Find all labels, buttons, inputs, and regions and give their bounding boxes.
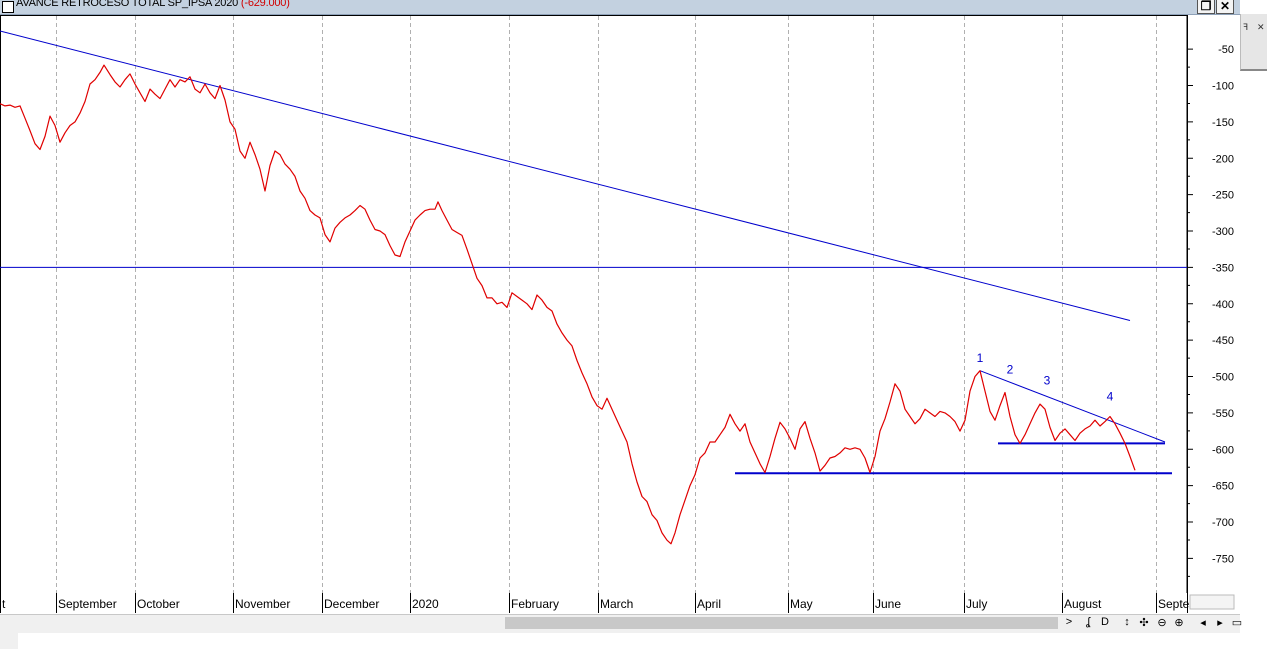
arrow-right-icon[interactable]: ▸ — [1213, 616, 1227, 629]
scrollbar-thumb[interactable] — [505, 617, 1058, 629]
y-tick-label: -50 — [1218, 44, 1234, 56]
x-tick-label: October — [137, 597, 180, 611]
x-tick-label: April — [697, 597, 721, 611]
side-tab-icon: ꟻ — [1243, 22, 1249, 32]
y-tick-label: -350 — [1212, 262, 1234, 274]
x-tick-label: March — [600, 597, 633, 611]
x-tick-label: 2020 — [412, 597, 439, 611]
y-tick-label: -700 — [1212, 517, 1234, 529]
wave-label-3: 3 — [1044, 374, 1051, 388]
plot-frame — [0, 15, 1188, 594]
x-tick-label: September — [58, 597, 117, 611]
y-tick-label: -650 — [1212, 481, 1234, 493]
y-tick-label: -150 — [1212, 117, 1234, 129]
scroll-right-icon[interactable]: > — [1062, 616, 1076, 628]
y-tick-label: -450 — [1212, 335, 1234, 347]
vertical-resize-icon[interactable]: ↕ — [1120, 616, 1134, 628]
horizontal-scrollbar[interactable]: > ʆ D ↕ ✣ ⊖ ⊕ ◂ ▸ ▭ — [0, 614, 1242, 633]
x-tick-label: November — [235, 597, 290, 611]
scale-icon[interactable]: ʆ — [1081, 616, 1095, 628]
y-tick-label: -200 — [1212, 153, 1234, 165]
wave-label-4: 4 — [1107, 390, 1114, 404]
x-tick-label: June — [875, 597, 901, 611]
x-tick-label: August — [1064, 597, 1102, 611]
period-d-icon[interactable]: D — [1098, 616, 1112, 628]
zoom-in-icon[interactable]: ⊕ — [1172, 616, 1186, 629]
x-tick-label: May — [790, 597, 813, 611]
chart-area[interactable]: -50 -100 -150 -200 -250 -300 -350 -400 -450 -500 -… — [0, 0, 1240, 614]
side-tab[interactable]: ꟻ ✕ — [1240, 14, 1267, 71]
y-tick-label: -500 — [1212, 372, 1234, 384]
y-tick-label: -250 — [1212, 190, 1234, 202]
y-tick-label: -600 — [1212, 444, 1234, 456]
y-axis: -50 -100 -150 -200 -250 -300 -350 -400 -450 -500 -… — [1187, 44, 1234, 577]
status-pane — [18, 633, 1267, 649]
panel-icon[interactable]: ▭ — [1230, 616, 1244, 629]
y-tick-label: -300 — [1212, 226, 1234, 238]
y-tick-label: -400 — [1212, 299, 1234, 311]
x-tick-label: February — [511, 597, 559, 611]
axis-corner-box — [1189, 594, 1235, 610]
side-close-icon[interactable]: ✕ — [1257, 22, 1265, 33]
x-tick-label: December — [324, 597, 379, 611]
x-tick-label: Septe — [1158, 597, 1190, 611]
crosshair-icon[interactable]: ✣ — [1137, 616, 1151, 629]
wave-label-1: 1 — [977, 351, 984, 365]
y-tick-label: -750 — [1212, 553, 1234, 565]
y-tick-label: -100 — [1212, 81, 1234, 93]
arrow-left-icon[interactable]: ◂ — [1196, 616, 1210, 629]
status-bar — [0, 633, 1267, 649]
zoom-out-icon[interactable]: ⊖ — [1155, 616, 1169, 629]
wave-label-2: 2 — [1007, 363, 1014, 377]
x-tick-label: July — [966, 597, 987, 611]
right-side-panel: ꟻ ✕ — [1240, 14, 1267, 634]
y-tick-label: -550 — [1212, 408, 1234, 420]
